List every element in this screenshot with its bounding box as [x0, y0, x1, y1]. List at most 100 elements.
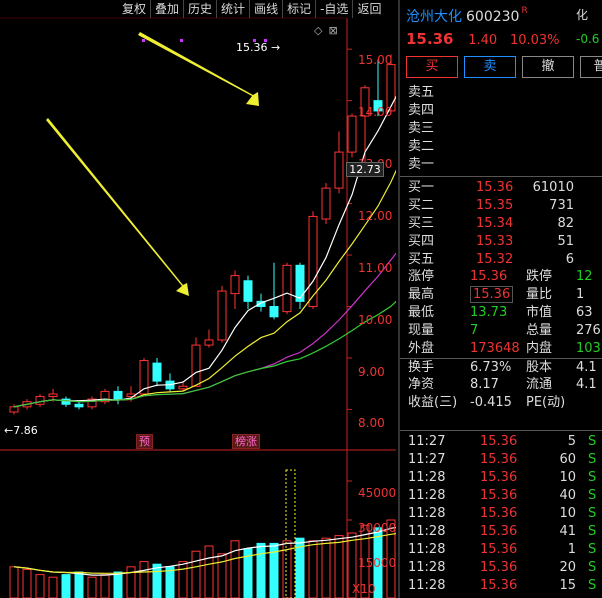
stat-value: 8.17 [470, 377, 499, 392]
stat-value: 15.36 [470, 269, 508, 284]
price-change-pct: 10.03% [509, 33, 560, 48]
bid-row[interactable]: 买二 15.35 731 [400, 197, 602, 215]
stat-key: 现量 [408, 323, 435, 338]
pre-tag: 预 [136, 434, 153, 449]
toolbar-item[interactable]: 统计 [216, 0, 249, 18]
toolbar-item[interactable]: 标记 [282, 0, 315, 18]
stat-key: 换手 [408, 360, 435, 375]
cancel-button[interactable]: 撤 [522, 56, 574, 78]
candle-body [35, 396, 45, 405]
volume-bar [74, 571, 84, 598]
stats-row: 换手 6.73% 股本 4.1 [400, 358, 602, 376]
toolbar-item[interactable]: 叠加 [150, 0, 183, 18]
stock-header: 沧州大化 600230 R [406, 6, 528, 26]
level-volume: 51 [557, 234, 574, 249]
diamond-icon[interactable]: ◇ [314, 24, 322, 37]
tick-volume: 15 [559, 578, 576, 593]
kline-chart-svg [0, 17, 396, 598]
tick-time: 11:28 [408, 560, 446, 575]
level-volume: 82 [557, 216, 574, 231]
stat-key: 跌停 [526, 269, 553, 284]
bid-row[interactable]: 买四 15.33 51 [400, 233, 602, 251]
stat-value: 103 [576, 341, 601, 356]
volume-bar [152, 563, 162, 598]
candle-body [61, 398, 71, 405]
candle-body [230, 275, 240, 295]
tick-row: 11:27 15.36 5 S [400, 433, 602, 451]
level-label: 买一 [408, 180, 435, 195]
tick-price: 15.36 [480, 470, 518, 485]
tick-side: S [588, 488, 597, 503]
volume-bar [308, 540, 318, 598]
volume-bar [230, 540, 240, 598]
volume-bar [178, 561, 188, 598]
toolbar-item[interactable]: 画线 [249, 0, 282, 18]
kline-chart-panel[interactable]: 复权叠加历史统计画线标记-自选返回 ◇⊠ 15.00 14.00 13.00 1… [0, 0, 396, 598]
high-price-callout: 15.36 → [236, 41, 281, 54]
tick-price: 15.36 [480, 578, 518, 593]
ask-row[interactable]: 卖五 [400, 84, 602, 102]
tick-side: S [588, 560, 597, 575]
candle-body [152, 362, 162, 382]
tick-list[interactable]: 11:27 15.36 5 S 11:27 15.36 60 S 11:28 15.36 10 S 11… [400, 428, 602, 595]
tick-row: 11:28 15.36 41 S [400, 523, 602, 541]
bid-row[interactable]: 买一 15.36 61010 [400, 179, 602, 197]
level-price: 15.35 [476, 198, 514, 213]
stat-value: 15.36 [470, 286, 514, 303]
toolbar-item[interactable]: 历史 [183, 0, 216, 18]
toolbar-item[interactable]: 返回 [352, 0, 385, 18]
stats-row: 涨停 15.36 跌停 12 [400, 268, 602, 286]
tick-row: 11:28 15.36 10 S [400, 469, 602, 487]
tick-side: S [588, 542, 597, 557]
ma30-line [13, 300, 396, 408]
tick-volume: 60 [559, 452, 576, 467]
zoom-icon[interactable]: ⊠ [328, 24, 337, 37]
stat-key: 最低 [408, 305, 435, 320]
tick-time: 11:28 [408, 524, 446, 539]
ask-row[interactable]: 卖四 [400, 102, 602, 120]
ask-row[interactable]: 卖三 [400, 120, 602, 138]
sell-button[interactable]: 卖 [464, 56, 516, 78]
chart-tool-icons: ◇ ⊠ [314, 24, 344, 37]
tick-volume: 5 [567, 434, 576, 449]
bid-row[interactable]: 买三 15.34 82 [400, 215, 602, 233]
stats-row: 最高 15.36 量比 1 [400, 286, 602, 304]
candle-body [204, 339, 214, 346]
volume-axis-label: 30000 [358, 521, 396, 535]
price-axis-label: 8.00 [358, 416, 385, 430]
stat-key: 流通 [526, 377, 553, 392]
toolbar-item[interactable]: 复权 [118, 0, 150, 18]
ask-row[interactable]: 卖一 [400, 156, 602, 174]
buy-button[interactable]: 买 [406, 56, 458, 78]
toolbar-item[interactable]: -自选 [315, 0, 352, 18]
candle-body [191, 344, 201, 387]
candle-body [74, 403, 84, 408]
level-label: 卖三 [408, 121, 435, 136]
last-price: 15.36 [406, 30, 454, 48]
order-book-divider [400, 176, 602, 177]
stat-key: 股本 [526, 360, 553, 375]
limit-up-tag: 榜涨 [232, 434, 260, 449]
tick-volume: 40 [559, 488, 576, 503]
more-button[interactable]: 普 [580, 56, 602, 78]
bid-row[interactable]: 买五 15.32 6 [400, 251, 602, 269]
candle-body [48, 393, 58, 398]
stat-value: 6.73% [470, 360, 512, 375]
tick-time: 11:27 [408, 452, 446, 467]
level-label: 买五 [408, 252, 435, 267]
level-label: 买二 [408, 198, 435, 213]
tick-volume: 1 [567, 542, 576, 557]
price-axis-label: 10.00 [358, 313, 393, 327]
truncated-text: 化 [576, 8, 589, 22]
tick-volume: 20 [559, 560, 576, 575]
tick-price: 15.36 [480, 452, 518, 467]
tick-volume: 10 [559, 506, 576, 521]
price-change: 1.40 [468, 33, 498, 48]
volume-axis-label: 15000 [358, 556, 396, 570]
signal-marker [142, 39, 145, 42]
volume-bar [100, 574, 110, 598]
tick-divider [400, 430, 602, 431]
ask-row[interactable]: 卖二 [400, 138, 602, 156]
tick-volume: 10 [559, 470, 576, 485]
truncated-text: -0.6 [576, 32, 600, 46]
